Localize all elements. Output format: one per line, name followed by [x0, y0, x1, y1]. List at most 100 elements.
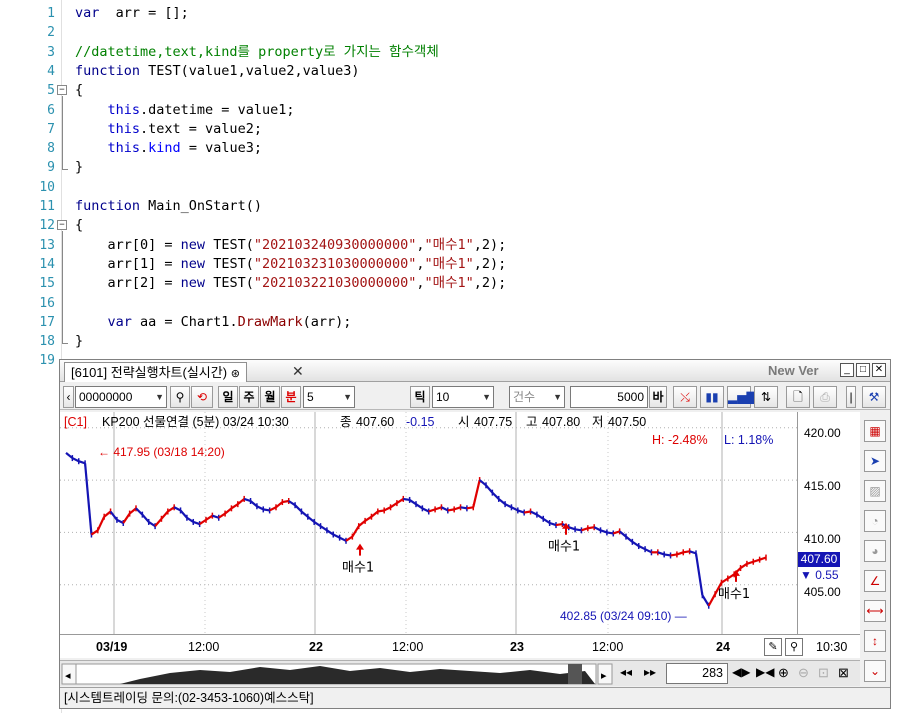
fibonacci-tool[interactable]: ▨ — [864, 480, 886, 502]
vertical-line-icon: ↕ — [872, 634, 878, 648]
zoom-in-range-button[interactable]: ◀▶ — [732, 665, 750, 679]
price-segment — [612, 530, 620, 535]
price-segment — [631, 540, 640, 547]
reset-view-button[interactable]: ⊠ — [838, 665, 849, 681]
line-number: 15 — [39, 276, 55, 292]
code-line: 6 this.datetime = value1; — [0, 101, 898, 120]
price-segment — [739, 562, 748, 569]
price-segment — [618, 530, 627, 538]
minimize-button[interactable]: _ — [840, 363, 854, 377]
panel-toggle-button[interactable]: | — [846, 386, 856, 408]
print-button[interactable]: ⎙ — [813, 386, 837, 408]
close-value: 407.60 — [356, 415, 395, 429]
status-bar: [시스템트레이딩 문의:(02-3453-1060)예스스탁] — [60, 687, 890, 708]
code-line: 5−{ — [0, 81, 898, 100]
code-text: } — [75, 159, 84, 176]
zoom-in-button[interactable]: ⊕ — [778, 665, 789, 681]
chart-info-bar: [C1] KP200 선물연결 (5분) 03/24 10:30 종 407.6… — [60, 412, 798, 447]
close-button[interactable]: ✕ — [872, 363, 886, 377]
scroll-last-button[interactable]: ▸▸ — [644, 665, 656, 679]
chevron-down-icon: ▼ — [482, 392, 491, 402]
price-segment — [351, 525, 360, 538]
price-segment — [478, 479, 487, 487]
price-segment — [96, 516, 106, 531]
tools-button[interactable]: ⚒ — [862, 386, 886, 408]
price-segment — [179, 509, 188, 519]
zoom-out-button[interactable]: ⊖ — [798, 665, 809, 681]
scroll-first-button[interactable]: ◂◂ — [620, 665, 632, 679]
edit-button[interactable]: ✎ — [764, 638, 782, 656]
fit-screen-icon: ⊡ — [818, 665, 829, 680]
bar-chart-button[interactable]: ▮▮ — [700, 386, 724, 408]
period-month-button[interactable]: 월 — [260, 386, 280, 408]
fold-toggle-icon[interactable]: − — [57, 220, 67, 231]
code-text: arr[2] = new TEST("202103221030000000","… — [75, 275, 507, 292]
layout-tool[interactable]: ▦ — [864, 420, 886, 442]
chart-tab[interactable]: [6101] 전략실행차트(실시간) ⊛ — [64, 362, 247, 382]
price-segment — [65, 451, 74, 459]
sort-button[interactable]: ⇅ — [754, 386, 778, 408]
bar-button[interactable]: 바 — [649, 386, 667, 408]
tick-button[interactable]: 틱 — [410, 386, 430, 408]
code-text: arr[0] = new TEST("202103240930000000","… — [75, 236, 507, 253]
minus-circle-icon: ⊖ — [798, 665, 809, 680]
low-percent: L: 1.18% — [724, 433, 774, 447]
code-line: 1 var arr = []; — [0, 4, 898, 23]
price-segment — [218, 512, 226, 519]
maximize-button[interactable]: □ — [856, 363, 870, 377]
code-line: 7 this.text = value2; — [0, 120, 898, 139]
more-tools[interactable]: ⌄ — [864, 660, 886, 682]
cycle-tool[interactable]: ◔ — [864, 510, 886, 532]
code-line: 9} — [0, 158, 898, 177]
price-segment — [638, 545, 646, 551]
arc-tool[interactable]: ◕ — [864, 540, 886, 562]
cursor-tool[interactable]: ➤ — [864, 450, 886, 472]
close-label: 종 — [340, 415, 352, 429]
price-segment — [199, 518, 207, 525]
price-segment — [186, 516, 194, 523]
fit-button[interactable]: ⊡ — [818, 665, 829, 681]
low-value: 407.50 — [608, 415, 647, 429]
code-select[interactable]: 00000000 ▼ — [75, 386, 167, 408]
trend-tool[interactable]: ∠ — [864, 570, 886, 592]
buy-arrow-icon — [356, 543, 364, 556]
line-number: 6 — [47, 102, 55, 118]
period-week-button[interactable]: 주 — [239, 386, 259, 408]
scroll-left-button[interactable]: ‹ — [63, 386, 74, 408]
period-minute-button[interactable]: 분 — [281, 386, 301, 408]
x-tick-label: 12:00 — [592, 640, 624, 654]
tick-select[interactable]: 10 ▼ — [432, 386, 494, 408]
price-segment — [701, 594, 710, 607]
price-segment — [275, 501, 284, 509]
reset-search-button[interactable]: ⟲ — [191, 386, 213, 408]
chart-scrollbar[interactable]: ◂ ▸ ◂◂ ▸▸ 283 ◀▶ ▶◀ ⊕ ⊖ ⊡ ⊠ — [60, 660, 860, 686]
vertical-line-tool[interactable]: ↕ — [864, 630, 886, 652]
last-price-badge: 407.60 — [798, 552, 840, 567]
count-select[interactable]: 건수 ▼ — [509, 386, 565, 408]
scroll-count-input[interactable]: 283 — [666, 663, 728, 684]
price-segment — [542, 517, 551, 524]
code-line: 10 — [0, 178, 898, 197]
code-text: //datetime,text,kind를 property로 가지는 함수객체 — [75, 43, 439, 60]
document-search-icon: 🗋 — [793, 390, 803, 404]
close-tab-icon[interactable]: ✕ — [292, 363, 304, 380]
horizontal-line-tool[interactable]: ⟷ — [864, 600, 886, 622]
search-button[interactable]: ⚲ — [170, 386, 190, 408]
fold-toggle-icon[interactable]: − — [57, 85, 67, 96]
zoom-button[interactable]: ⚲ — [785, 638, 803, 656]
period-day-button[interactable]: 일 — [218, 386, 238, 408]
price-segment — [421, 507, 430, 513]
count-input[interactable]: 5000 — [570, 386, 648, 408]
trendline-button[interactable]: ⤯ — [673, 386, 697, 408]
price-segment — [141, 513, 150, 523]
line-number: 2 — [47, 25, 55, 41]
price-segment — [282, 499, 289, 504]
zoom-out-range-button[interactable]: ▶◀ — [756, 665, 774, 679]
document-search-button[interactable]: 🗋 — [786, 386, 810, 408]
code-line: 2 — [0, 23, 898, 42]
price-segment — [524, 510, 531, 514]
price-segment — [549, 521, 557, 527]
minute-select[interactable]: 5 ▼ — [303, 386, 355, 408]
volume-chart-button[interactable]: ▂▅▇ — [727, 386, 756, 408]
price-segment — [364, 515, 373, 522]
